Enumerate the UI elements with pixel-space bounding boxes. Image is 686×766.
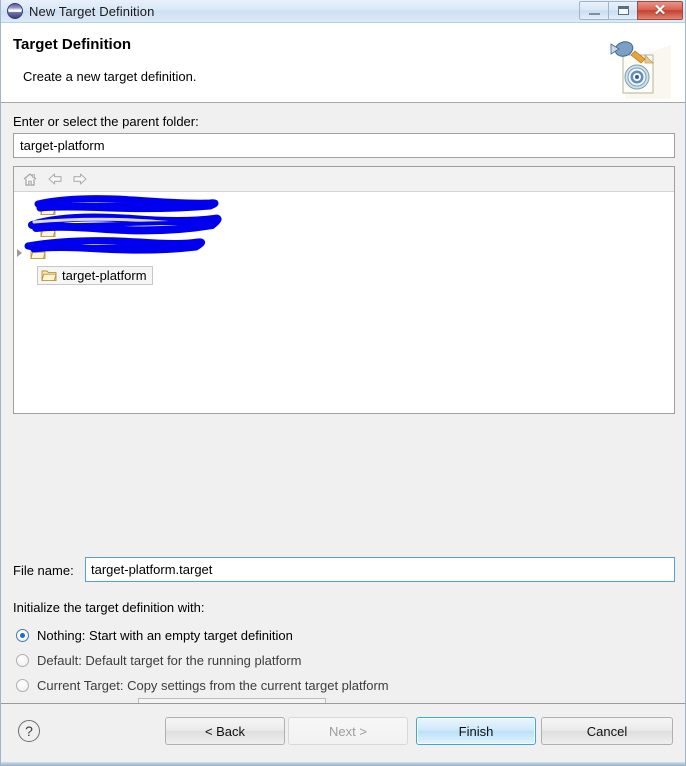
tree-item-label — [51, 246, 55, 261]
maximize-button[interactable] — [608, 1, 638, 20]
radio-current-target-label: Current Target: Copy settings from the c… — [37, 677, 389, 693]
radio-default[interactable]: Default: Default target for the running … — [16, 650, 301, 670]
parent-folder-input[interactable] — [13, 133, 675, 158]
tree-toolbar — [14, 167, 674, 192]
initialize-label: Initialize the target definition with: — [13, 600, 205, 615]
page-title: Target Definition — [13, 36, 132, 53]
title-bar[interactable]: New Target Definition ✕ — [1, 0, 685, 23]
folder-tree-list: target-platform — [14, 192, 674, 286]
minimize-icon — [588, 13, 600, 15]
parent-folder-label: Enter or select the parent folder: — [13, 114, 199, 129]
window-controls: ✕ — [579, 1, 683, 20]
wizard-header: Target Definition Create a new target de… — [1, 23, 685, 103]
radio-nothing[interactable]: Nothing: Start with an empty target defi… — [16, 625, 293, 645]
tree-item-redacted-1[interactable] — [14, 198, 674, 220]
folder-icon — [30, 248, 46, 260]
back-button[interactable]: < Back — [165, 717, 285, 745]
radio-nothing-label: Nothing: Start with an empty target defi… — [37, 627, 293, 643]
forward-icon[interactable] — [71, 170, 89, 188]
cancel-button[interactable]: Cancel — [541, 717, 673, 745]
page-description: Create a new target definition. — [23, 69, 197, 84]
tree-item-target-platform[interactable]: target-platform — [14, 264, 674, 286]
file-name-input[interactable] — [85, 557, 675, 582]
tree-item-label — [61, 202, 65, 217]
finish-button[interactable]: Finish — [416, 717, 536, 745]
close-icon: ✕ — [653, 2, 667, 19]
eclipse-sphere-icon — [7, 3, 23, 19]
home-icon[interactable] — [21, 170, 39, 188]
tree-item-label: target-platform — [62, 267, 147, 283]
folder-icon — [41, 270, 57, 282]
close-button[interactable]: ✕ — [637, 1, 683, 20]
window-bottom-edge — [1, 762, 685, 765]
folder-tree-panel[interactable]: target-platform — [13, 166, 675, 414]
dialog-footer: ? < Back Next > Finish Cancel — [1, 703, 685, 765]
next-button: Next > — [288, 717, 408, 745]
maximize-icon — [617, 6, 629, 15]
radio-button-icon[interactable] — [16, 653, 29, 667]
back-icon[interactable] — [46, 170, 64, 188]
help-icon: ? — [25, 723, 33, 739]
dialog-body: Enter or select the parent folder: targe… — [1, 103, 685, 722]
file-name-label: File name: — [13, 563, 74, 578]
target-definition-icon — [610, 41, 671, 99]
tree-item-label — [61, 224, 65, 239]
radio-default-label: Default: Default target for the running … — [37, 652, 302, 668]
folder-icon — [40, 204, 56, 216]
window-title: New Target Definition — [29, 3, 155, 19]
radio-button-icon[interactable] — [16, 628, 29, 642]
tree-item-redacted-3[interactable] — [14, 242, 674, 264]
new-target-definition-dialog: New Target Definition ✕ Target Definitio… — [0, 0, 686, 766]
expand-arrow-icon[interactable] — [14, 247, 26, 259]
minimize-button[interactable] — [579, 1, 609, 20]
tree-item-redacted-2[interactable] — [14, 220, 674, 242]
radio-current-target[interactable]: Current Target: Copy settings from the c… — [16, 675, 389, 695]
radio-button-icon[interactable] — [16, 678, 29, 692]
folder-icon — [40, 226, 56, 238]
help-button[interactable]: ? — [18, 720, 40, 742]
